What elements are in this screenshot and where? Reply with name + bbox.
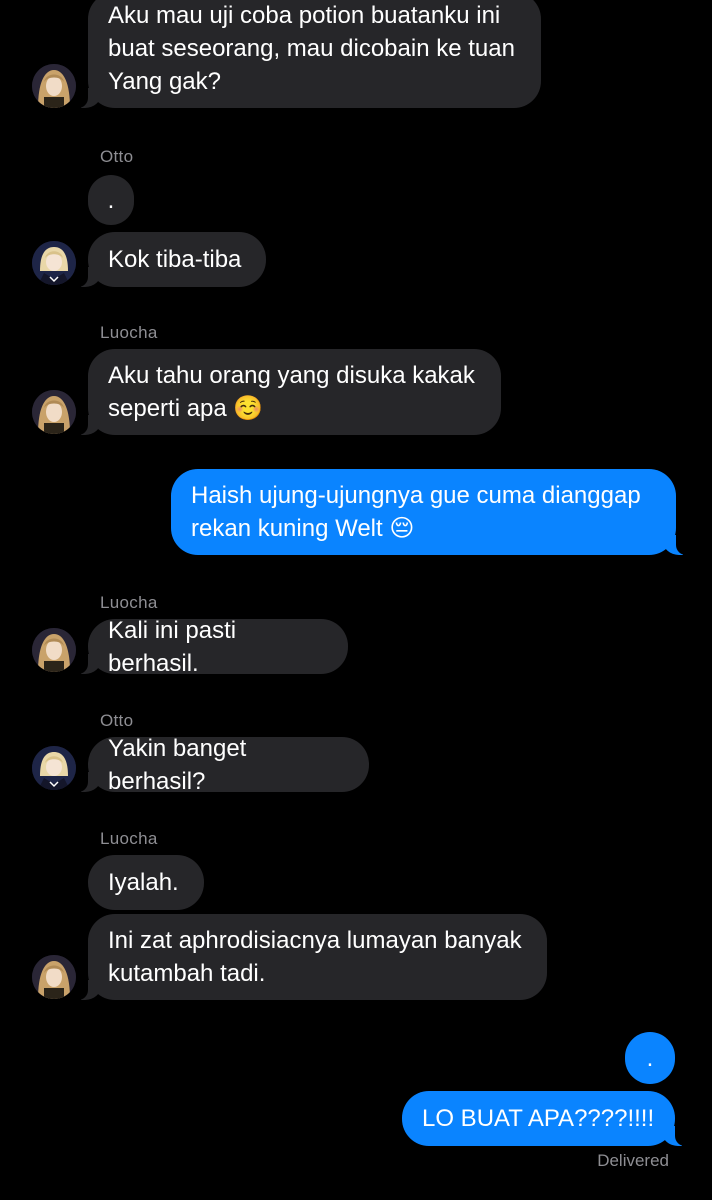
message-bubble-outgoing[interactable]: LO BUAT APA????!!!!: [402, 1091, 685, 1146]
otto-avatar-icon[interactable]: [32, 746, 76, 790]
sender-name: Luocha: [100, 829, 158, 848]
smiling-emoji: ☺️: [233, 394, 264, 422]
message-bubble-outgoing[interactable]: Haish ujung-ujungnya gue cuma dianggap r…: [171, 469, 686, 555]
sender-name: Otto: [100, 711, 134, 730]
sender-name: Luocha: [100, 593, 158, 612]
delivery-status: Delivered: [597, 1151, 669, 1170]
message-text: Haish ujung-ujungnya gue cuma dianggap r…: [191, 482, 641, 542]
luocha-avatar-icon[interactable]: [32, 628, 76, 672]
message-text: Aku mau uji coba potion buatanku ini bua…: [108, 2, 515, 95]
message-text: LO BUAT APA????!!!!: [422, 1105, 655, 1132]
message-bubble-incoming[interactable]: Iyalah.: [88, 855, 204, 910]
sender-name: Otto: [100, 147, 134, 166]
message-bubble-incoming[interactable]: Ini zat aphrodisiacnya lumayan banyak ku…: [78, 914, 547, 1000]
message-text: .: [107, 186, 115, 214]
message-bubble-outgoing[interactable]: .: [625, 1032, 675, 1084]
message-text: Kok tiba-tiba: [108, 246, 242, 273]
message-text: Aku tahu orang yang disuka kakak seperti…: [108, 362, 475, 422]
pensive-emoji: 😔: [389, 514, 415, 542]
luocha-avatar-icon[interactable]: [32, 390, 76, 434]
luocha-avatar-icon[interactable]: [32, 64, 76, 108]
message-text: Yakin banget berhasil?: [108, 734, 247, 795]
otto-avatar-icon[interactable]: [32, 241, 76, 285]
message-text: Kali ini pasti berhasil.: [108, 616, 237, 677]
message-bubble-incoming[interactable]: Kali ini pasti berhasil.: [78, 617, 348, 677]
message-bubble-incoming[interactable]: Aku tahu orang yang disuka kakak seperti…: [78, 349, 501, 435]
sender-name: Luocha: [100, 323, 158, 342]
message-bubble-incoming[interactable]: .: [88, 175, 134, 225]
message-bubble-incoming[interactable]: Aku mau uji coba potion buatanku ini bua…: [78, 0, 541, 108]
luocha-avatar-icon[interactable]: [32, 955, 76, 999]
message-text: Iyalah.: [108, 869, 179, 896]
message-text: .: [646, 1044, 654, 1072]
message-bubble-incoming[interactable]: Yakin banget berhasil?: [78, 735, 369, 795]
message-bubble-incoming[interactable]: Kok tiba-tiba: [78, 232, 266, 287]
message-text: Ini zat aphrodisiacnya lumayan banyak ku…: [108, 927, 522, 987]
